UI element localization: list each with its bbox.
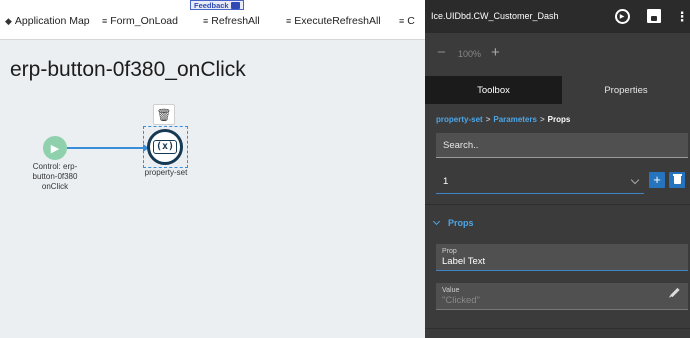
prop-field-value: Label Text: [442, 256, 486, 267]
tab-toolbox[interactable]: Toolbox: [425, 76, 562, 104]
tab-label: Application Map: [14, 15, 90, 27]
zoom-level: 100%: [458, 49, 482, 59]
value-field-value: "Clicked": [442, 295, 480, 306]
stack-icon: ≡: [102, 16, 108, 26]
breadcrumb-separator: >: [485, 115, 491, 124]
breadcrumb-property-set[interactable]: property-set: [436, 115, 483, 124]
workflow-canvas[interactable]: erp-button-0f380_onClick 🗑 ▶ Control: er…: [0, 41, 425, 338]
tab-application-map[interactable]: ◆ Application Map: [5, 15, 90, 27]
breadcrumb: property-set > Parameters > Props: [436, 115, 570, 124]
zoom-in-button[interactable]: +: [491, 44, 500, 61]
play-icon: ▶: [50, 142, 60, 155]
play-circle-icon: ▶: [614, 8, 630, 24]
flag-icon: [230, 1, 240, 9]
tab-label: RefreshAll: [211, 15, 260, 27]
zoom-controls: − 100% +: [425, 33, 690, 75]
value-field-label: Value: [442, 287, 460, 294]
action-node-label: property-set: [144, 168, 188, 177]
variable-icon: (x): [152, 140, 178, 154]
stack-icon: ≡: [286, 16, 292, 26]
item-select[interactable]: 1: [436, 170, 644, 194]
add-item-button[interactable]: +: [649, 172, 665, 188]
prop-field[interactable]: Prop Label Text: [436, 244, 688, 271]
map-icon: ◆: [5, 15, 12, 26]
breadcrumb-current: Props: [547, 115, 571, 124]
props-section-header[interactable]: Props: [432, 217, 474, 228]
trash-icon: 🗑: [156, 107, 172, 122]
run-button[interactable]: ▶: [613, 7, 631, 25]
value-field[interactable]: Value "Clicked": [436, 283, 688, 310]
select-value: 1: [443, 176, 449, 187]
prop-field-label: Prop: [442, 248, 457, 255]
search-input[interactable]: Search..: [436, 133, 688, 158]
tab-label: ExecuteRefreshAll: [294, 15, 381, 27]
stack-icon: ≡: [203, 16, 209, 26]
panel-title: Ice.UIDbd.CW_Customer_Dash: [431, 11, 559, 21]
breadcrumb-separator: >: [539, 115, 545, 124]
tab-properties[interactable]: Properties: [562, 76, 690, 104]
chevron-down-icon: [630, 175, 640, 185]
tab-c[interactable]: ≡ C: [399, 15, 415, 27]
tab-label: Form_OnLoad: [110, 15, 178, 27]
feedback-button[interactable]: Feedback: [190, 0, 244, 10]
tab-refreshall[interactable]: ≡ RefreshAll: [203, 15, 260, 27]
more-menu-button[interactable]: ⋮: [673, 7, 690, 25]
breadcrumb-parameters[interactable]: Parameters: [493, 115, 537, 124]
save-button[interactable]: [645, 7, 663, 25]
chevron-down-icon: [432, 217, 441, 226]
start-node[interactable]: ▶: [43, 136, 67, 160]
property-set-node[interactable]: (x): [147, 129, 183, 165]
divider: [425, 328, 690, 329]
stack-icon: ≡: [399, 16, 405, 26]
divider: [425, 204, 690, 205]
feedback-label: Feedback: [194, 0, 229, 10]
tab-executerefreshall[interactable]: ≡ ExecuteRefreshAll: [286, 15, 381, 27]
page-title: erp-button-0f380_onClick: [10, 58, 246, 81]
tab-form-onload[interactable]: ≡ Form_OnLoad: [102, 15, 178, 27]
trash-icon: [672, 174, 682, 184]
panel-tabs: Toolbox Properties: [425, 76, 690, 104]
flow-connector[interactable]: [67, 147, 147, 149]
save-icon: [647, 9, 661, 23]
top-tab-bar: ◆ Application Map ≡ Form_OnLoad ≡ Refres…: [0, 0, 425, 40]
more-vertical-icon: ⋮: [675, 8, 689, 24]
delete-node-button[interactable]: 🗑: [153, 104, 175, 125]
delete-item-button[interactable]: [669, 172, 685, 188]
right-panel: Ice.UIDbd.CW_Customer_Dash ▶ ⋮ − 100% + …: [425, 0, 690, 338]
section-title: Props: [448, 218, 474, 228]
start-node-label: Control: erp-button-0f380 onClick: [32, 162, 78, 191]
zoom-out-button[interactable]: −: [437, 44, 446, 61]
panel-header: Ice.UIDbd.CW_Customer_Dash ▶ ⋮: [425, 0, 690, 33]
tab-label: C: [407, 15, 415, 27]
